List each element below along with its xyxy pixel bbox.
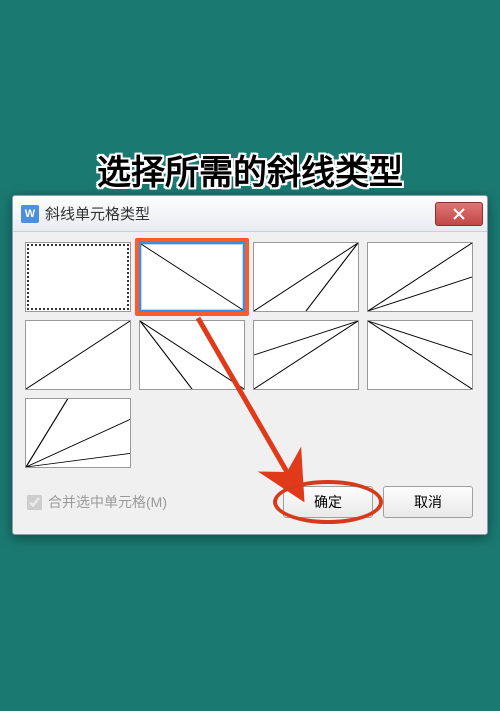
cell-option-diag-tr-mid-bl[interactable] xyxy=(253,242,359,312)
cell-diagram-icon xyxy=(368,243,472,311)
instruction-text: 选择所需的斜线类型 xyxy=(97,145,403,194)
cell-diagram-icon xyxy=(368,321,472,389)
cell-diagram-icon xyxy=(26,321,130,389)
dialog-title: 斜线单元格类型 xyxy=(45,203,150,224)
close-icon xyxy=(453,208,465,220)
cancel-button[interactable]: 取消 xyxy=(383,486,473,518)
cell-diagram-icon xyxy=(140,321,244,389)
cell-option-diag-bl-tr[interactable] xyxy=(25,320,131,390)
cell-option-diag-tr-bl-double-low[interactable] xyxy=(367,242,473,312)
cell-option-diag-bl-triple[interactable] xyxy=(25,398,131,468)
cell-option-diag-tl-br-double-mid[interactable] xyxy=(139,320,245,390)
ok-button[interactable]: 确定 xyxy=(283,486,373,518)
cell-type-grid xyxy=(13,232,487,472)
cell-option-diag-tr-bl-double-up[interactable] xyxy=(253,320,359,390)
cell-diagram-icon xyxy=(254,321,358,389)
titlebar-left: W 斜线单元格类型 xyxy=(13,203,150,224)
dialog-bottom-row: 合并选中单元格(M) 确定 取消 xyxy=(13,472,487,534)
cell-option-none[interactable] xyxy=(25,242,131,312)
cell-diagram-icon xyxy=(26,243,130,311)
diagonal-cell-type-dialog: W 斜线单元格类型 合并选中单元格(M) 确定 取消 xyxy=(12,195,488,535)
cell-diagram-icon xyxy=(26,399,130,467)
cell-diagram-icon xyxy=(141,244,243,310)
cell-diagram-icon xyxy=(254,243,358,311)
cell-option-diag-tl-br[interactable] xyxy=(139,242,245,312)
dialog-titlebar: W 斜线单元格类型 xyxy=(13,196,487,232)
close-button[interactable] xyxy=(435,202,483,226)
merge-cells-checkbox-wrap: 合并选中单元格(M) xyxy=(27,492,273,512)
cell-option-diag-tl-br-fan[interactable] xyxy=(367,320,473,390)
merge-cells-checkbox[interactable] xyxy=(27,495,42,510)
app-icon: W xyxy=(21,205,39,223)
merge-cells-label: 合并选中单元格(M) xyxy=(48,492,167,512)
